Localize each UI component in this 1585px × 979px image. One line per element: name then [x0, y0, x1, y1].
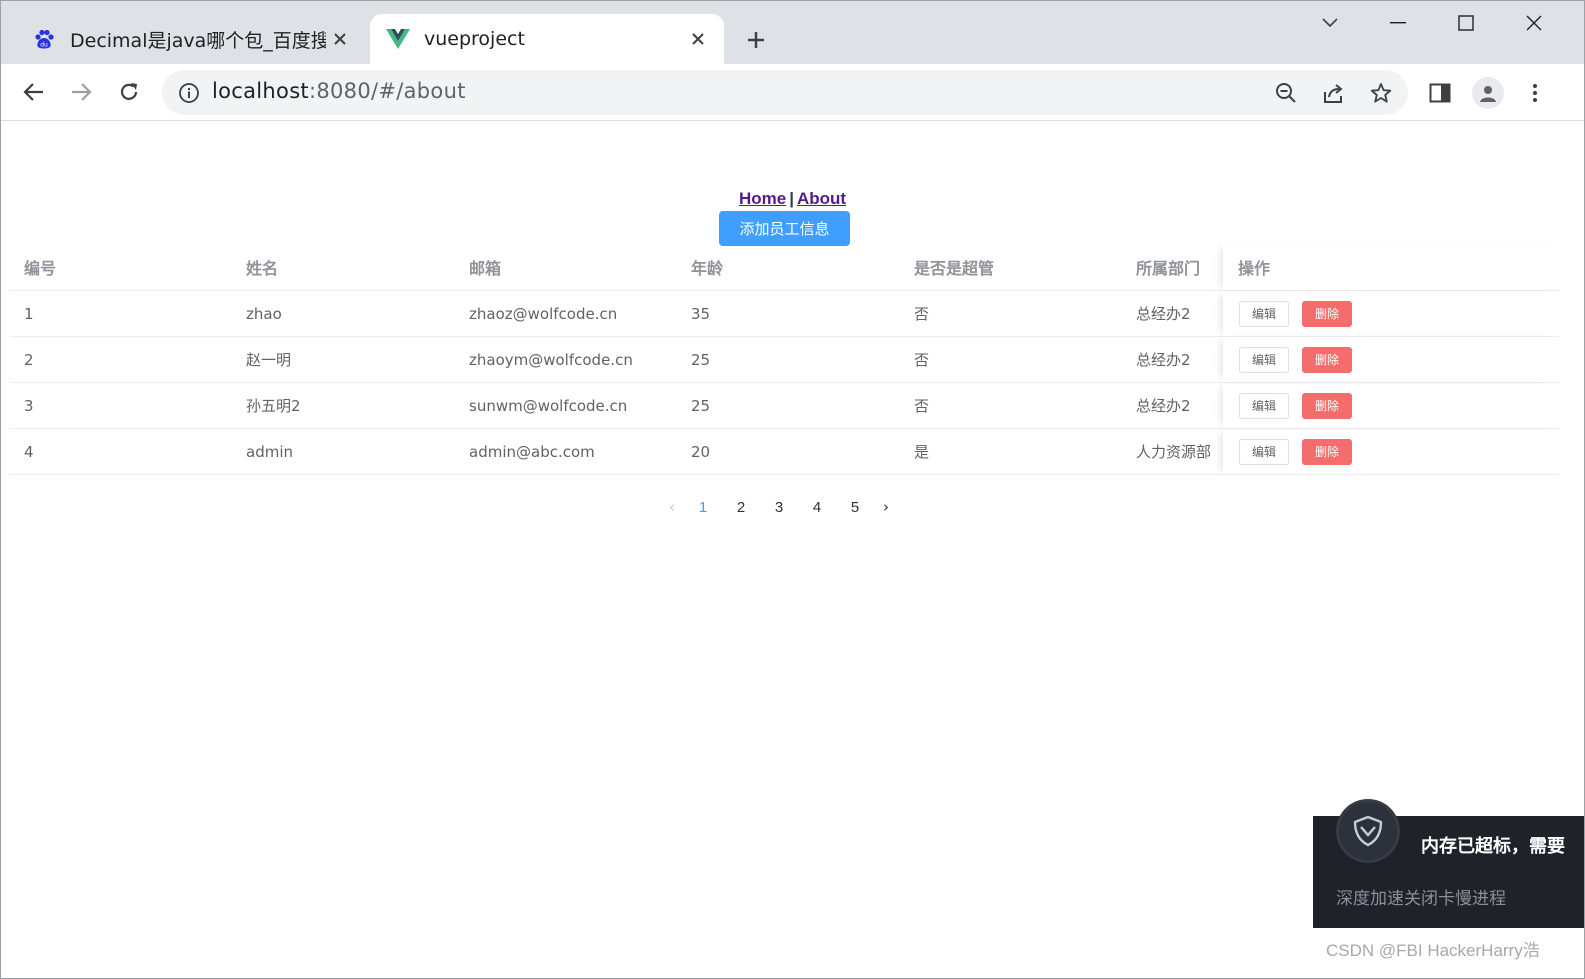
vue-logo-icon	[386, 27, 410, 51]
svg-text:du: du	[40, 42, 48, 49]
bookmark-star-icon[interactable]	[1366, 78, 1396, 108]
page-number[interactable]: 5	[836, 499, 874, 516]
cell-email: zhaoz@wolfcode.cn	[469, 304, 618, 323]
cell-department: 总经办2	[1136, 351, 1191, 369]
fixed-column-shadow	[1223, 383, 1559, 428]
minimize-icon[interactable]	[1378, 6, 1418, 40]
tab-close-icon[interactable]	[326, 25, 354, 53]
cell-id: 1	[24, 304, 34, 323]
cell-name: admin	[246, 442, 293, 461]
page-number[interactable]: 2	[722, 499, 760, 516]
zoom-out-icon[interactable]	[1271, 78, 1301, 108]
reload-icon[interactable]	[111, 74, 147, 110]
tab-strip: du Decimal是java哪个包_百度搜索 vueproject	[0, 0, 1585, 64]
tab-title: Decimal是java哪个包_百度搜索	[70, 29, 326, 52]
cell-department: 人力资源部	[1136, 443, 1212, 461]
more-menu-icon[interactable]	[1518, 76, 1552, 110]
page-number[interactable]: 3	[760, 499, 798, 516]
page-number[interactable]: 4	[798, 499, 836, 516]
cell-name: zhao	[246, 304, 282, 323]
fixed-column-shadow	[1223, 244, 1559, 290]
header-id: 编号	[24, 259, 57, 278]
add-employee-button[interactable]: 添加员工信息	[719, 211, 850, 246]
cell-email: admin@abc.com	[469, 442, 595, 461]
new-tab-button[interactable]	[740, 24, 772, 56]
cell-email: sunwm@wolfcode.cn	[469, 396, 628, 415]
about-link[interactable]: About	[797, 189, 846, 208]
nav-separator: |	[789, 189, 794, 208]
share-icon[interactable]	[1319, 78, 1349, 108]
cell-id: 3	[24, 396, 34, 415]
next-page-button[interactable]: ›	[874, 498, 898, 516]
fixed-column-shadow	[1223, 337, 1559, 382]
table-row: 4 admin admin@abc.com 20 是 人力资源部 编辑 删除	[10, 429, 1559, 475]
header-age: 年龄	[691, 259, 724, 278]
back-icon[interactable]	[16, 74, 52, 110]
employee-table: 编号 姓名 邮箱 年龄 是否是超管 所属部门 操作 1 zhao zhaoz@w…	[10, 244, 1559, 475]
header-is-admin: 是否是超管	[914, 259, 995, 278]
tab-vueproject[interactable]: vueproject	[370, 14, 724, 64]
cell-name: 孙五明2	[246, 397, 301, 415]
cell-name: 赵一明	[246, 351, 292, 369]
tab-baidu-search[interactable]: du Decimal是java哪个包_百度搜索	[18, 14, 366, 64]
home-link[interactable]: Home	[739, 189, 786, 208]
router-nav: Home | About	[0, 189, 1585, 209]
forward-icon[interactable]	[63, 74, 99, 110]
toast-title: 内存已超标，需要	[1421, 836, 1565, 857]
cell-id: 4	[24, 442, 34, 461]
header-name: 姓名	[246, 259, 279, 278]
cell-email: zhaoym@wolfcode.cn	[469, 350, 633, 369]
table-header-row: 编号 姓名 邮箱 年龄 是否是超管 所属部门 操作	[10, 244, 1559, 291]
site-info-icon[interactable]	[176, 80, 202, 106]
header-email: 邮箱	[469, 259, 502, 278]
prev-page-button[interactable]: ‹	[660, 498, 684, 516]
close-window-icon[interactable]	[1514, 6, 1554, 40]
toast-message[interactable]: 深度加速关闭卡慢进程	[1336, 884, 1506, 909]
cell-department: 总经办2	[1136, 305, 1191, 323]
cell-age: 25	[691, 350, 711, 369]
url-text: localhost:8080/#/about	[212, 79, 466, 103]
fixed-column-shadow	[1223, 429, 1559, 474]
page-number[interactable]: 1	[684, 499, 722, 516]
table-row: 2 赵一明 zhaoym@wolfcode.cn 25 否 总经办2 编辑 删除	[10, 337, 1559, 383]
maximize-icon[interactable]	[1446, 6, 1486, 40]
watermark: CSDN @FBI HackerHarry浩	[1326, 941, 1540, 960]
address-bar[interactable]: localhost:8080/#/about	[162, 70, 1408, 115]
table-row: 1 zhao zhaoz@wolfcode.cn 35 否 总经办2 编辑 删除	[10, 291, 1559, 337]
table-row: 3 孙五明2 sunwm@wolfcode.cn 25 否 总经办2 编辑 删除	[10, 383, 1559, 429]
tab-title: vueproject	[424, 28, 525, 50]
cell-department: 总经办2	[1136, 397, 1191, 415]
cell-age: 25	[691, 396, 711, 415]
header-department: 所属部门	[1136, 259, 1201, 278]
tab-close-icon[interactable]	[684, 25, 712, 53]
cell-is-admin: 否	[914, 397, 930, 415]
cell-is-admin: 否	[914, 351, 930, 369]
cell-is-admin: 否	[914, 305, 930, 323]
browser-toolbar: localhost:8080/#/about	[0, 64, 1585, 121]
baidu-paw-icon: du	[32, 27, 56, 51]
shield-icon	[1339, 802, 1397, 860]
pagination: ‹ 1 2 3 4 5 ›	[660, 494, 898, 520]
cell-age: 20	[691, 442, 711, 461]
cell-id: 2	[24, 350, 34, 369]
profile-avatar-icon[interactable]	[1471, 76, 1505, 110]
side-panel-icon[interactable]	[1423, 76, 1457, 110]
tab-search-chevron-icon[interactable]	[1310, 6, 1350, 40]
cell-age: 35	[691, 304, 711, 323]
fixed-column-shadow	[1223, 291, 1559, 336]
cell-is-admin: 是	[914, 443, 930, 461]
